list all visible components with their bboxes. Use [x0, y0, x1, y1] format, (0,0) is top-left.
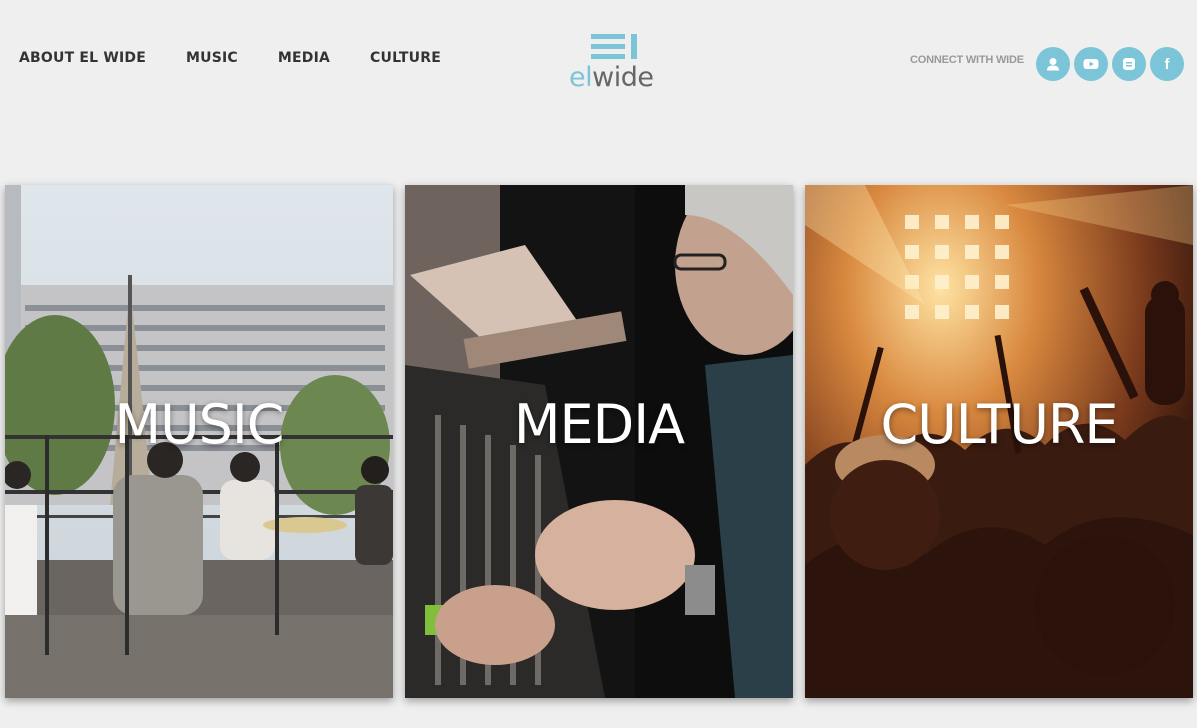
culture-panel[interactable]: CULTURE	[805, 185, 1193, 698]
youtube-button[interactable]	[1074, 47, 1108, 81]
culture-panel-title: CULTURE	[880, 393, 1118, 456]
user-button[interactable]	[1036, 47, 1070, 81]
elwide-logo[interactable]: elwide	[569, 32, 661, 93]
nav-about[interactable]: ABOUT EL WIDE	[19, 50, 146, 66]
youtube-icon	[1083, 59, 1099, 69]
nav-music[interactable]: MUSIC	[186, 50, 238, 66]
nav-media[interactable]: MEDIA	[278, 50, 330, 66]
blog-button[interactable]	[1112, 47, 1146, 81]
logo-wide: wide	[592, 62, 654, 93]
facebook-button[interactable]: f	[1150, 47, 1184, 81]
media-panel-title: MEDIA	[513, 393, 685, 456]
connect-label: CONNECT WITH WIDE	[910, 54, 1024, 66]
facebook-icon: f	[1164, 55, 1170, 73]
blog-icon	[1123, 58, 1135, 70]
logo-el: el	[569, 62, 593, 93]
media-panel[interactable]: MEDIA	[405, 185, 793, 698]
user-icon	[1047, 58, 1059, 71]
music-panel-title: MUSIC	[114, 393, 284, 456]
social-links: f	[1036, 47, 1184, 81]
music-panel[interactable]: MUSIC	[5, 185, 393, 698]
logo-wordmark: elwide	[569, 62, 654, 93]
main-nav: ABOUT EL WIDE MUSIC MEDIA CULTURE	[19, 50, 481, 66]
nav-culture[interactable]: CULTURE	[370, 50, 441, 66]
logo-mark-icon	[591, 34, 637, 59]
